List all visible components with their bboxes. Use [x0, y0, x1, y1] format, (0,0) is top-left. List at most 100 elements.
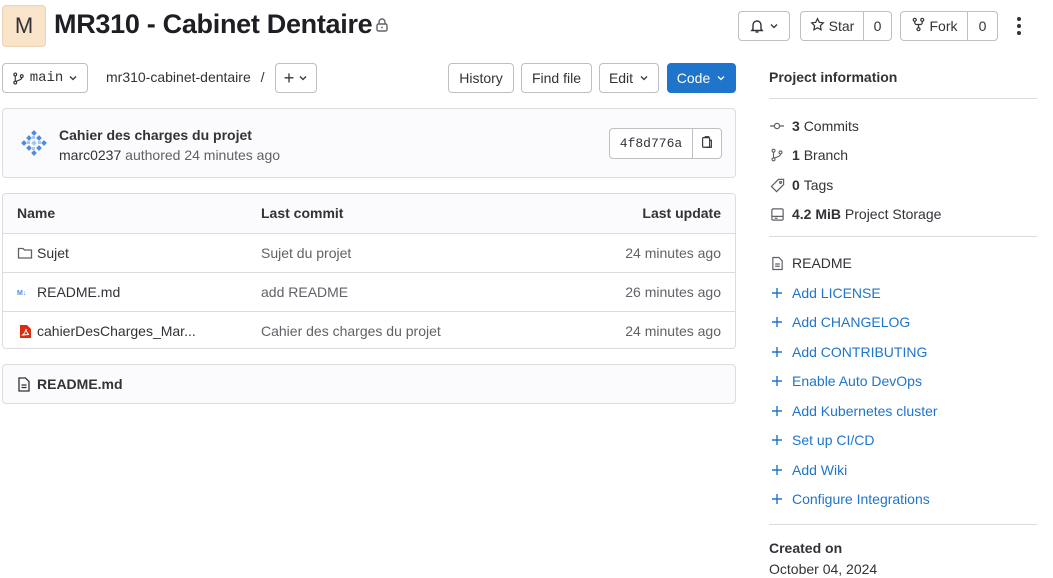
- plus-icon: [769, 314, 785, 330]
- file-name-cell[interactable]: M↓ README.md: [17, 273, 120, 311]
- sidebar-title: Project information: [769, 69, 898, 85]
- history-button[interactable]: History: [448, 63, 514, 93]
- star-button[interactable]: Star: [801, 12, 863, 40]
- add-contributing-label: Add CONTRIBUTING: [792, 344, 928, 360]
- storage-size: 4.2 MiB: [792, 206, 842, 222]
- configure-integrations-label: Configure Integrations: [792, 491, 930, 507]
- configure-integrations-link[interactable]: Configure Integrations: [769, 489, 930, 509]
- pdf-icon: [17, 323, 33, 339]
- find-file-button[interactable]: Find file: [521, 63, 592, 93]
- add-kubernetes-cluster-label: Add Kubernetes cluster: [792, 403, 938, 419]
- add-icon: +: [283, 67, 295, 88]
- commit-sha-group: 4f8d776a: [609, 128, 722, 159]
- set-up-ci-cd-link[interactable]: Set up CI/CD: [769, 430, 874, 450]
- column-header-last-commit: Last commit: [261, 205, 344, 221]
- table-row[interactable]: Sujet Sujet du projet 24 minutes ago: [3, 233, 735, 272]
- add-license-link[interactable]: Add LICENSE: [769, 283, 881, 303]
- divider: [769, 236, 1037, 237]
- set-up-ci-cd-label: Set up CI/CD: [792, 432, 875, 448]
- branch-icon: [12, 71, 25, 85]
- created-on-date: October 04, 2024: [769, 561, 878, 577]
- table-row[interactable]: M↓ README.md add README 26 minutes ago: [3, 272, 735, 311]
- readme-filename[interactable]: README.md: [37, 376, 123, 392]
- project-avatar[interactable]: M: [2, 5, 46, 47]
- storage-icon: [769, 206, 785, 222]
- file-commit-message[interactable]: add README: [261, 273, 348, 311]
- bell-icon: [749, 18, 765, 34]
- branch-name: main: [29, 70, 64, 86]
- fork-count[interactable]: 0: [967, 12, 997, 40]
- readme-link[interactable]: README: [769, 253, 852, 273]
- commits-stat[interactable]: 3 Commits: [769, 116, 859, 136]
- copy-icon: [700, 135, 714, 152]
- commit-title[interactable]: Cahier des charges du projet: [59, 127, 252, 143]
- branch-icon: [769, 147, 785, 163]
- branches-stat[interactable]: 1 Branch: [769, 145, 848, 165]
- branch-count: 1: [792, 147, 800, 163]
- commit-sha[interactable]: 4f8d776a: [610, 129, 692, 158]
- storage-stat[interactable]: 4.2 MiB Project Storage: [769, 204, 941, 224]
- breadcrumb: mr310-cabinet-dentaire /: [106, 69, 265, 85]
- divider: [769, 98, 1037, 99]
- plus-icon: [769, 373, 785, 389]
- commit-authored-time: authored 24 minutes ago: [125, 147, 281, 163]
- edit-label: Edit: [608, 70, 634, 86]
- folder-icon: [17, 245, 33, 261]
- file-icon: [17, 376, 31, 392]
- chevron-down-icon: [68, 73, 78, 83]
- file-updated: 24 minutes ago: [625, 323, 721, 339]
- breadcrumb-project[interactable]: mr310-cabinet-dentaire: [106, 69, 251, 85]
- star-button-group: Star 0: [800, 11, 892, 41]
- add-contributing-link[interactable]: Add CONTRIBUTING: [769, 342, 927, 362]
- edit-button[interactable]: Edit: [599, 63, 659, 93]
- branch-selector[interactable]: main: [2, 63, 88, 93]
- fork-button-group: Fork 0: [900, 11, 998, 41]
- table-row[interactable]: cahierDesCharges_Mar... Cahier des charg…: [3, 311, 735, 348]
- chevron-down-icon: [639, 73, 649, 83]
- fork-button[interactable]: Fork: [901, 12, 967, 40]
- file-name[interactable]: cahierDesCharges_Mar...: [37, 323, 196, 339]
- created-on-label: Created on: [769, 540, 843, 556]
- commits-label: Commits: [803, 118, 859, 134]
- file-tree-table: Name Last commit Last update Sujet Sujet…: [2, 193, 736, 349]
- add-changelog-link[interactable]: Add CHANGELOG: [769, 312, 910, 332]
- code-button[interactable]: Code: [667, 63, 736, 93]
- chevron-down-icon: [298, 73, 308, 83]
- star-count[interactable]: 0: [863, 12, 891, 40]
- branch-label: Branch: [803, 147, 849, 163]
- enable-auto-devops-label: Enable Auto DevOps: [792, 373, 922, 389]
- copy-sha-button[interactable]: [692, 129, 721, 158]
- plus-icon: [769, 344, 785, 360]
- plus-icon: [769, 285, 785, 301]
- tag-icon: [769, 177, 785, 193]
- user-avatar[interactable]: [19, 129, 49, 159]
- commits-count: 3: [792, 118, 800, 134]
- star-icon: [810, 17, 825, 35]
- commit-meta: marc0237 authored 24 minutes ago: [59, 147, 280, 163]
- enable-auto-devops-link[interactable]: Enable Auto DevOps: [769, 371, 922, 391]
- tags-stat[interactable]: 0 Tags: [769, 175, 833, 195]
- commit-author[interactable]: marc0237: [59, 147, 121, 163]
- plus-icon: [769, 432, 785, 448]
- file-name[interactable]: Sujet: [37, 245, 69, 261]
- add-wiki-link[interactable]: Add Wiki: [769, 460, 847, 480]
- file-name-cell[interactable]: Sujet: [17, 234, 69, 272]
- file-name[interactable]: README.md: [37, 284, 120, 300]
- add-kubernetes-cluster-link[interactable]: Add Kubernetes cluster: [769, 401, 938, 421]
- breadcrumb-separator: /: [260, 69, 265, 85]
- chevron-down-icon: [769, 21, 779, 31]
- add-changelog-label: Add CHANGELOG: [792, 314, 911, 330]
- last-commit-panel: Cahier des charges du projet marc0237 au…: [2, 108, 736, 178]
- plus-icon: [769, 462, 785, 478]
- file-name-cell[interactable]: cahierDesCharges_Mar...: [17, 312, 196, 348]
- tag-count: 0: [792, 177, 800, 193]
- readme-label: README: [792, 255, 852, 271]
- file-commit-message[interactable]: Cahier des charges du projet: [261, 312, 441, 348]
- chevron-down-icon: [716, 73, 726, 83]
- more-actions-icon[interactable]: [1010, 13, 1028, 39]
- add-menu-button[interactable]: +: [275, 63, 317, 93]
- commit-icon: [769, 118, 785, 134]
- lock-icon: [374, 17, 392, 35]
- notifications-button[interactable]: [738, 11, 790, 41]
- file-commit-message[interactable]: Sujet du projet: [261, 234, 351, 272]
